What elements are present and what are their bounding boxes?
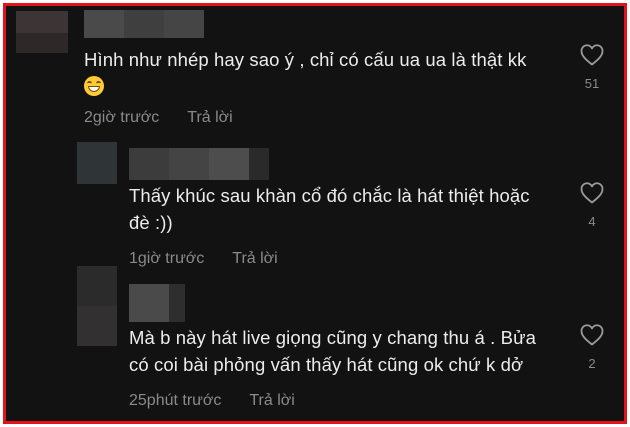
comment-meta: 25phút trước Trả lời [129, 392, 323, 410]
username-blurred[interactable] [84, 10, 204, 38]
comment-text: Mà b này hát live giọng cũng y chang thu… [129, 324, 569, 378]
reply-comment-item: Mà b này hát live giọng cũng y chang thu… [6, 264, 624, 414]
comment-body-line-1: Mà b này hát live giọng cũng y chang thu… [129, 327, 536, 348]
heart-icon[interactable] [580, 182, 604, 204]
username-blurred[interactable] [129, 148, 269, 180]
comment-meta: 2giờ trước Trả lời [84, 109, 261, 127]
reply-comment-item: Thấy khúc sau khàn cổ đó chắc là hát thi… [6, 136, 624, 267]
avatar[interactable] [77, 266, 117, 346]
like-count: 51 [584, 76, 600, 91]
comment-text: Thấy khúc sau khàn cổ đó chắc là hát thi… [129, 182, 569, 236]
comment-body-line-1: Thấy khúc sau khàn cổ đó chắc là hát thi… [129, 185, 530, 206]
reply-button[interactable]: Trả lời [187, 109, 232, 126]
reply-button[interactable]: Trả lời [249, 392, 294, 409]
comment-screenshot-frame: Hình như nhép hay sao ý , chỉ có cấu ua … [3, 3, 627, 424]
grinning-face-emoji-icon [84, 76, 104, 96]
comment-text: Hình như nhép hay sao ý , chỉ có cấu ua … [84, 46, 564, 100]
like-button[interactable]: 2 [577, 324, 607, 371]
avatar[interactable] [77, 142, 117, 184]
comment-body: Hình như nhép hay sao ý , chỉ có cấu ua … [84, 49, 527, 70]
comment-body-line-2: đè :)) [129, 212, 173, 233]
heart-icon[interactable] [580, 324, 604, 346]
comment-body-line-2: có coi bài phỏng vấn thấy hát cũng ok ch… [129, 354, 524, 375]
avatar[interactable] [16, 11, 68, 53]
comment-item: Hình như nhép hay sao ý , chỉ có cấu ua … [6, 6, 624, 136]
heart-icon[interactable] [580, 44, 604, 66]
comment-timestamp: 25phút trước [129, 392, 222, 409]
like-button[interactable]: 51 [577, 44, 607, 91]
like-count: 4 [588, 214, 596, 229]
like-button[interactable]: 4 [577, 182, 607, 229]
comment-timestamp: 2giờ trước [84, 109, 160, 126]
username-blurred[interactable] [129, 284, 185, 322]
like-count: 2 [588, 356, 596, 371]
